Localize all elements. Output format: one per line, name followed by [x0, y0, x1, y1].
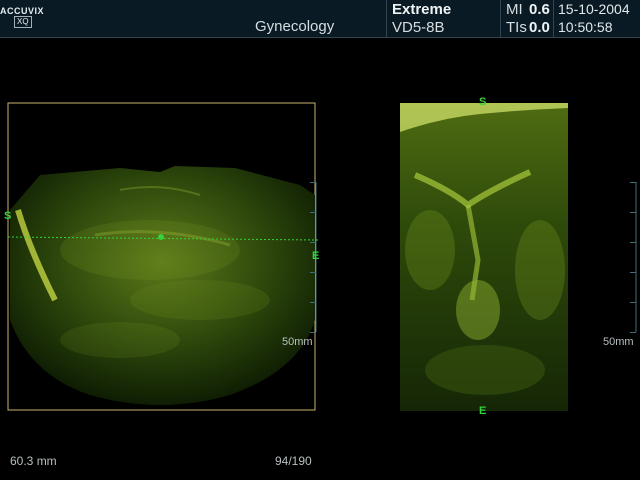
right-end-marker: E: [479, 405, 487, 417]
left-scale-tick: [310, 272, 316, 273]
frame-counter: 94/190: [275, 454, 312, 468]
left-scale-tick: [310, 302, 316, 303]
right-scale-tick: [630, 332, 636, 333]
right-depth-label: 50mm: [603, 336, 634, 348]
right-scale-tick: [630, 242, 636, 243]
left-scale-tick: [310, 212, 316, 213]
right-scale-tick: [630, 212, 636, 213]
measurement-readout: 60.3 mm: [10, 454, 57, 468]
cursor-point[interactable]: [158, 234, 164, 240]
left-scale-tick: [310, 332, 316, 333]
left-end-marker: E: [312, 250, 320, 262]
right-scale-tick: [630, 182, 636, 183]
left-start-marker: S: [4, 210, 12, 222]
left-depth-label: 50mm: [282, 336, 313, 348]
right-start-marker: S: [479, 96, 487, 108]
left-scale-tick: [310, 182, 316, 183]
left-scale-tick: [310, 242, 316, 243]
right-scale-tick: [630, 272, 636, 273]
right-scale-tick: [630, 302, 636, 303]
ultrasound-canvas: [7, 102, 637, 411]
